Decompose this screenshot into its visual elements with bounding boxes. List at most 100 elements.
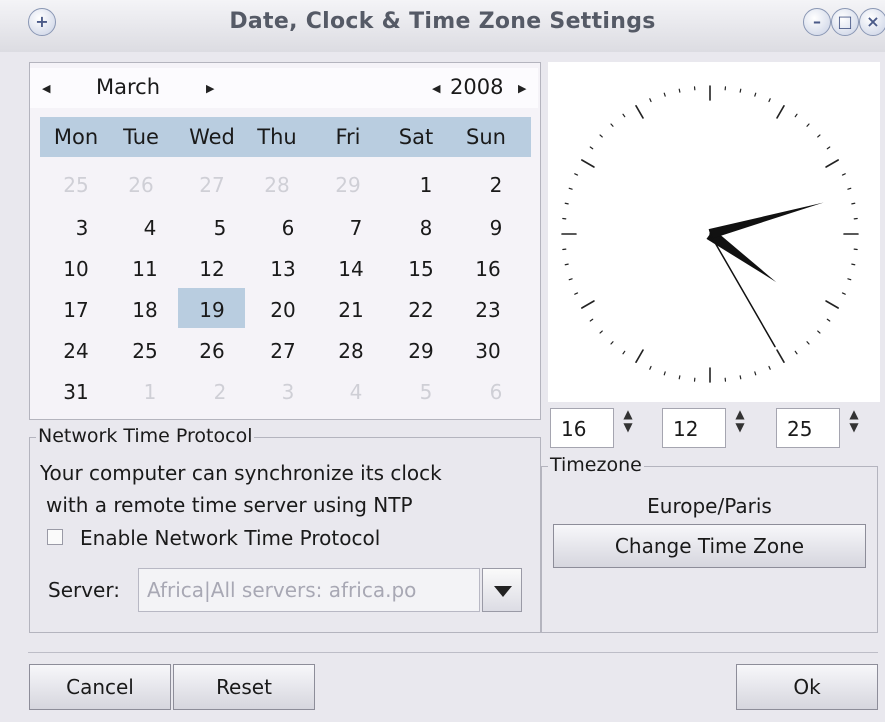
calendar-day[interactable]: 29 [389, 339, 453, 363]
clock-minute-tick [817, 330, 821, 334]
analog-clock [548, 62, 880, 402]
calendar-day[interactable]: 3 [256, 380, 320, 404]
clock-minute-tick [564, 263, 569, 266]
calendar-day[interactable]: 17 [44, 298, 108, 322]
calendar-day[interactable]: 30 [456, 339, 520, 363]
calendar-day[interactable]: 27 [251, 339, 315, 363]
timezone-legend: Timezone [548, 454, 644, 476]
calendar-day[interactable]: 2 [464, 173, 528, 197]
clock-minute-tick [568, 278, 573, 281]
clock-minute-tick [754, 92, 757, 97]
clock-minute-tick [826, 318, 831, 322]
clock-minute-tick [610, 123, 614, 127]
calendar-day[interactable]: 22 [389, 298, 453, 322]
hours-spin-arrows-icon[interactable]: ▲ ▼ [620, 408, 636, 448]
enable-ntp-checkbox[interactable] [47, 529, 63, 545]
minutes-spinbox[interactable]: 12 [662, 408, 726, 448]
calendar-day[interactable]: 6 [256, 216, 320, 240]
calendar-panel [29, 62, 541, 420]
weekday-sun: Sun [466, 125, 506, 149]
clock-minute-tick [649, 365, 652, 370]
clock-minute-tick [739, 88, 742, 93]
calendar-day[interactable]: 26 [180, 339, 244, 363]
server-dropdown-button[interactable] [482, 568, 522, 612]
clock-minute-tick [663, 371, 666, 376]
calendar-day[interactable]: 18 [113, 298, 177, 322]
calendar-day[interactable]: 5 [188, 216, 252, 240]
calendar-day[interactable]: 10 [44, 257, 108, 281]
ntp-description-line2: with a remote time server using NTP [46, 493, 413, 517]
calendar-day[interactable]: 16 [456, 257, 520, 281]
calendar-day[interactable]: 4 [118, 216, 182, 240]
title-bar: + Date, Clock & Time Zone Settings – □ × [0, 0, 885, 52]
clock-minute-tick [610, 341, 614, 345]
calendar-day[interactable]: 20 [251, 298, 315, 322]
calendar-day[interactable]: 24 [44, 339, 108, 363]
calendar-day[interactable]: 11 [113, 257, 177, 281]
server-combobox[interactable]: Africa|All servers: africa.po [138, 568, 480, 612]
calendar-day[interactable]: 28 [245, 173, 309, 197]
weekday-thu: Thu [257, 125, 297, 149]
minimize-icon[interactable]: – [803, 8, 831, 36]
calendar-day[interactable]: 29 [316, 173, 380, 197]
weekday-fri: Fri [335, 125, 361, 149]
calendar-day-selected[interactable]: 19 [180, 298, 244, 322]
enable-ntp-label[interactable]: Enable Network Time Protocol [80, 526, 380, 550]
seconds-spin-arrows-icon[interactable]: ▲ ▼ [846, 408, 862, 448]
clock-minute-hand [708, 202, 824, 239]
calendar-day[interactable]: 31 [44, 380, 108, 404]
clock-hour-tick [776, 105, 785, 119]
calendar-day[interactable]: 3 [50, 216, 114, 240]
prev-month-arrow-icon[interactable]: ◀ [42, 82, 50, 95]
reset-button[interactable]: Reset [173, 664, 315, 710]
clock-minute-tick [806, 341, 810, 345]
clock-hour-tick [635, 349, 644, 363]
clock-hour-tick [776, 349, 785, 363]
calendar-day[interactable]: 12 [180, 257, 244, 281]
button-separator [28, 652, 878, 653]
calendar-day[interactable]: 26 [109, 173, 173, 197]
close-icon[interactable]: × [859, 8, 885, 36]
calendar-day[interactable]: 7 [324, 216, 388, 240]
calendar-day[interactable]: 15 [389, 257, 453, 281]
calendar-day[interactable]: 5 [394, 380, 458, 404]
calendar-day[interactable]: 13 [251, 257, 315, 281]
cancel-button[interactable]: Cancel [29, 664, 171, 710]
next-month-arrow-icon[interactable]: ▶ [206, 82, 214, 95]
calendar-day[interactable]: 1 [118, 380, 182, 404]
change-time-zone-button[interactable]: Change Time Zone [553, 524, 866, 568]
calendar-day[interactable]: 6 [464, 380, 528, 404]
clock-minute-tick [754, 371, 757, 376]
clock-minute-tick [841, 292, 846, 295]
analog-clock-face [561, 85, 859, 383]
calendar-day[interactable]: 9 [464, 216, 528, 240]
chevron-down-icon [494, 586, 512, 597]
minutes-spin-arrows-icon[interactable]: ▲ ▼ [732, 408, 748, 448]
clock-minute-tick [851, 263, 856, 266]
calendar-day[interactable]: 14 [319, 257, 383, 281]
calendar-day[interactable]: 2 [188, 380, 252, 404]
calendar-day[interactable]: 21 [319, 298, 383, 322]
calendar-day[interactable]: 25 [113, 339, 177, 363]
maximize-icon[interactable]: □ [831, 8, 859, 36]
calendar-day[interactable]: 4 [324, 380, 388, 404]
ok-button[interactable]: Ok [736, 664, 878, 710]
clock-hour-tick [825, 300, 839, 309]
calendar-day[interactable]: 25 [44, 173, 108, 197]
calendar-day[interactable]: 8 [394, 216, 458, 240]
hours-spinbox[interactable]: 16 [550, 408, 614, 448]
clock-minute-tick [599, 134, 603, 138]
clock-hour-tick [825, 159, 839, 168]
seconds-spinbox[interactable]: 25 [776, 408, 840, 448]
timezone-value: Europe/Paris [647, 494, 772, 518]
next-year-arrow-icon[interactable]: ▶ [518, 82, 526, 95]
calendar-day[interactable]: 1 [394, 173, 458, 197]
clock-hour-tick [581, 159, 595, 168]
calendar-day[interactable]: 23 [456, 298, 520, 322]
calendar-day[interactable]: 27 [180, 173, 244, 197]
prev-year-arrow-icon[interactable]: ◀ [432, 82, 440, 95]
weekday-wed: Wed [189, 125, 235, 149]
clock-minute-tick [678, 375, 681, 380]
window-title: Date, Clock & Time Zone Settings [229, 9, 656, 34]
calendar-day[interactable]: 28 [319, 339, 383, 363]
